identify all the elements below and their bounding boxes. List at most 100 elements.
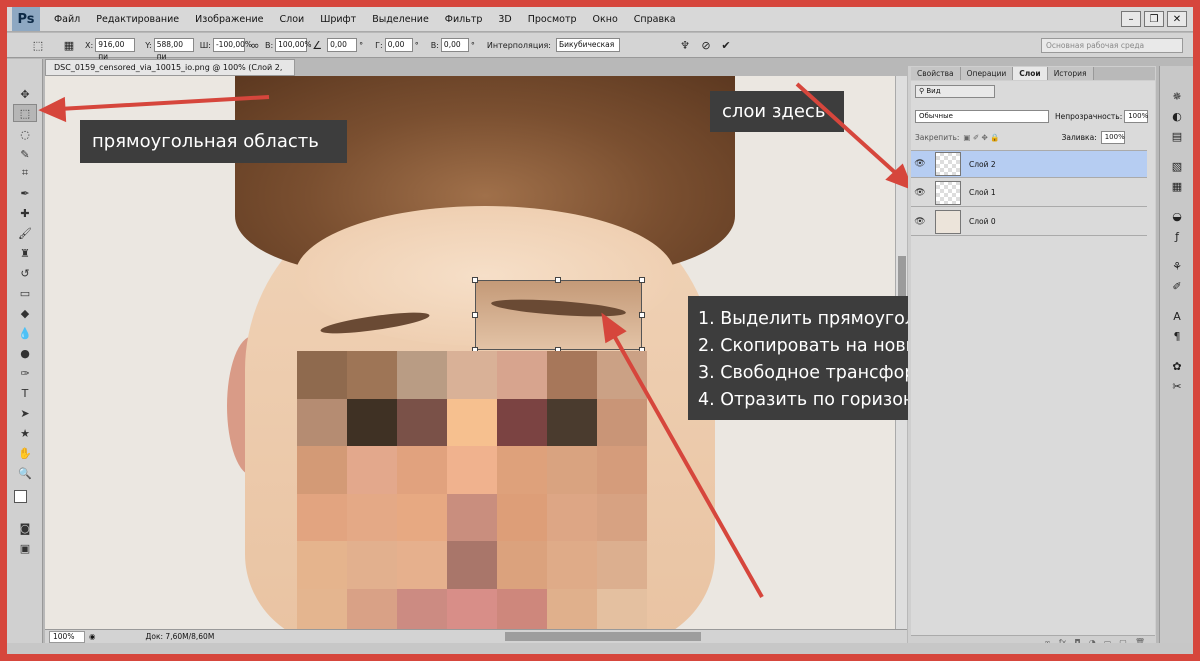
hand-tool-icon[interactable]: ✋ — [13, 444, 37, 462]
layer-name: Слой 2 — [969, 159, 996, 169]
opacity-field[interactable]: 100% — [1124, 110, 1148, 123]
layer-row[interactable]: 👁 Слой 1 — [911, 179, 1147, 207]
document-tab[interactable]: DSC_0159_censored_via_10015_io.png @ 100… — [45, 59, 295, 87]
x-label: X: — [85, 40, 94, 50]
color-swatches-icon[interactable] — [13, 487, 37, 515]
blend-mode-select[interactable]: Обычные — [915, 110, 1049, 123]
handle-tl[interactable] — [472, 277, 478, 283]
styles-icon[interactable]: ƒ — [1169, 228, 1185, 244]
minimize-button[interactable]: – — [1121, 11, 1141, 27]
interpolation-select[interactable]: Бикубическая — [556, 38, 620, 52]
transform-selection[interactable] — [472, 277, 645, 353]
menu-view[interactable]: Просмотр — [520, 7, 585, 32]
workspace-select[interactable]: Основная рабочая среда — [1041, 38, 1183, 53]
brushes-icon[interactable]: ⚘ — [1169, 258, 1185, 274]
tools-panel: ✥ ⬚ ◌ ✎ ⌗ ✒ ✚ 🖌 ♜ ↺ ▭ ◆ 💧 ● ✑ T ➤ ★ ✋ 🔍 … — [7, 59, 43, 654]
layer-filter-select[interactable]: ⚲ Вид — [915, 85, 995, 98]
paragraph-icon[interactable]: ¶ — [1169, 328, 1185, 344]
y-field[interactable]: 588,00 пи — [153, 38, 194, 61]
navigator-icon[interactable]: ✵ — [1169, 88, 1185, 104]
warp-icon[interactable]: ♆ — [678, 38, 692, 52]
handle-mr[interactable] — [639, 312, 645, 318]
eye-icon[interactable]: 👁 — [911, 159, 929, 169]
angle-icon: ∠ — [312, 38, 323, 52]
annotation-layers: слои здесь — [710, 91, 844, 132]
healing-brush-icon[interactable]: ✚ — [13, 204, 37, 222]
3d-icon[interactable]: ✿ — [1169, 358, 1185, 374]
tab-actions[interactable]: Операции — [960, 67, 1014, 80]
histogram-icon[interactable]: ▤ — [1169, 128, 1185, 144]
dodge-icon[interactable]: ● — [13, 344, 37, 362]
layer-filter-label: Вид — [926, 87, 941, 95]
x-field[interactable]: 916,00 пи — [95, 38, 136, 61]
tab-history[interactable]: История — [1047, 67, 1094, 80]
fill-field[interactable]: 100% — [1100, 131, 1125, 144]
menu-edit[interactable]: Редактирование — [88, 7, 187, 32]
menu-filter[interactable]: Фильтр — [437, 7, 491, 32]
restore-button[interactable]: ❐ — [1144, 11, 1164, 27]
hskew-field[interactable]: 0,00 — [384, 38, 413, 52]
move-tool-icon[interactable]: ✥ — [13, 85, 37, 103]
eye-icon[interactable]: 👁 — [911, 217, 929, 227]
tab-layers[interactable]: Слои — [1013, 67, 1048, 80]
blur-icon[interactable]: 💧 — [13, 324, 37, 342]
commit-transform-icon[interactable]: ✔ — [719, 38, 733, 52]
lasso-icon[interactable]: ◌ — [13, 125, 37, 143]
color-icon[interactable]: ▧ — [1169, 158, 1185, 174]
handle-tm[interactable] — [555, 277, 561, 283]
zoom-tool-icon[interactable]: 🔍 — [13, 464, 37, 482]
eyedropper-icon[interactable]: ✒ — [13, 184, 37, 202]
menu-select[interactable]: Выделение — [364, 7, 437, 32]
height-field[interactable]: 100,00% — [275, 38, 312, 52]
menu-type[interactable]: Шрифт — [312, 7, 364, 32]
link-icon[interactable]: ∞ — [248, 38, 262, 52]
brush-presets-icon[interactable]: ✐ — [1169, 278, 1185, 294]
reference-point-icon[interactable]: ▦ — [62, 38, 76, 52]
menu-help[interactable]: Справка — [626, 7, 684, 32]
layer-row[interactable]: 👁 Слой 2 — [911, 150, 1147, 178]
photoshop-window: Ps Файл Редактирование Изображение Слои … — [7, 7, 1193, 654]
handle-ml[interactable] — [472, 312, 478, 318]
menu-layers[interactable]: Слои — [271, 7, 312, 32]
close-button[interactable]: ✕ — [1167, 11, 1187, 27]
eraser-icon[interactable]: ▭ — [13, 284, 37, 302]
status-menu-icon[interactable]: ◉ — [89, 632, 96, 641]
tab-properties[interactable]: Свойства — [911, 67, 961, 80]
adjustments-icon[interactable]: ◒ — [1169, 208, 1185, 224]
path-select-icon[interactable]: ➤ — [13, 404, 37, 422]
cancel-transform-icon[interactable]: ⊘ — [699, 38, 713, 52]
width-label: Ш: — [199, 40, 211, 50]
tool-presets-icon[interactable]: ✂ — [1169, 378, 1185, 394]
handle-tr[interactable] — [639, 277, 645, 283]
zoom-field[interactable]: 100% — [49, 630, 85, 643]
y-label: Y: — [145, 40, 152, 50]
lock-icons[interactable]: ▣ ✐ ✥ 🔒 — [963, 133, 999, 142]
history-brush-icon[interactable]: ↺ — [13, 264, 37, 282]
width-field[interactable]: -100,00% — [212, 38, 252, 52]
type-tool-icon[interactable]: T — [13, 384, 37, 402]
menu-3d[interactable]: 3D — [490, 7, 519, 32]
vskew-field[interactable]: 0,00 — [440, 38, 469, 52]
clone-stamp-icon[interactable]: ♜ — [13, 244, 37, 262]
pen-icon[interactable]: ✑ — [13, 364, 37, 382]
horizontal-scroll-thumb[interactable] — [505, 632, 701, 641]
transform-tool-icon[interactable]: ⬚ — [31, 38, 45, 52]
eye-icon[interactable]: 👁 — [911, 188, 929, 198]
paint-bucket-icon[interactable]: ◆ — [13, 304, 37, 322]
character-icon[interactable]: A — [1169, 308, 1185, 324]
swatches-icon[interactable]: ▦ — [1169, 178, 1185, 194]
shape-tool-icon[interactable]: ★ — [13, 424, 37, 442]
menu-file[interactable]: Файл — [46, 7, 88, 32]
quick-select-icon[interactable]: ✎ — [13, 145, 37, 163]
menu-image[interactable]: Изображение — [187, 7, 271, 32]
quick-mask-icon[interactable]: ◙ — [13, 519, 37, 537]
rectangular-marquee-icon[interactable]: ⬚ — [13, 104, 37, 122]
angle-field[interactable]: 0,00 — [327, 38, 358, 52]
layer-thumbnail — [935, 180, 961, 205]
crop-icon[interactable]: ⌗ — [13, 164, 37, 182]
layer-row[interactable]: 👁 Слой 0 — [911, 208, 1147, 236]
menu-window[interactable]: Окно — [585, 7, 626, 32]
info-icon[interactable]: ◐ — [1169, 108, 1185, 124]
screen-mode-icon[interactable]: ▣ — [13, 539, 37, 557]
brush-icon[interactable]: 🖌 — [13, 224, 37, 242]
